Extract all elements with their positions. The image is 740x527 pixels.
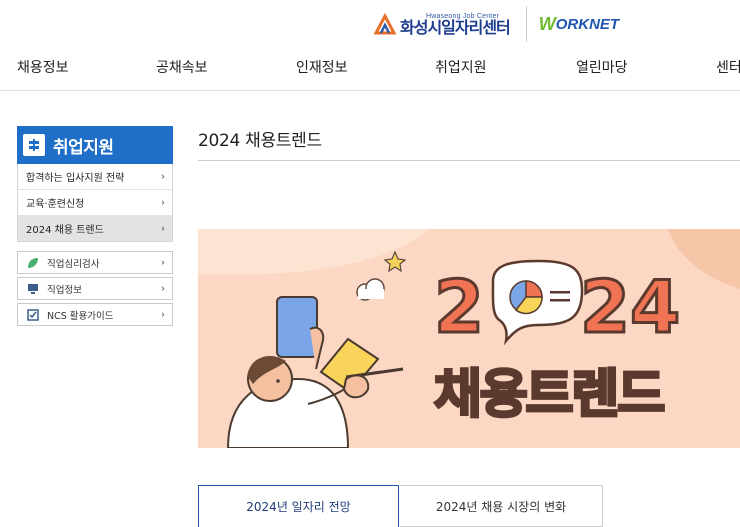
- tab-job-outlook[interactable]: 2024년 일자리 전망: [198, 485, 399, 527]
- sidebar-title: 취업지원: [53, 137, 114, 158]
- sidebar-item-application-strategy[interactable]: 합격하는 입사지원 전략 ›: [18, 164, 172, 189]
- worknet-logo-w: W: [538, 13, 556, 34]
- chevron-right-icon: ›: [161, 171, 165, 182]
- trend-banner: 2 24 채용트렌드: [198, 229, 740, 448]
- sidebar-item-label: 교육·훈련신청: [26, 199, 85, 210]
- main-navigation: 채용정보 공채속보 인재정보 취업지원 열린마당 센터: [0, 57, 740, 77]
- sidebar-header: 취업지원: [17, 126, 173, 164]
- title-divider: [198, 160, 740, 161]
- worknet-logo[interactable]: W ORKNET: [539, 14, 619, 35]
- sidebar-link-ncs-guide[interactable]: NCS 활용가이드 ›: [17, 303, 173, 326]
- sidebar-item-training[interactable]: 교육·훈련신청 ›: [18, 189, 172, 215]
- sidebar-menu: 합격하는 입사지원 전략 › 교육·훈련신청 › 2024 채용 트렌드 ›: [17, 164, 173, 242]
- pie-chart-icon: [509, 280, 543, 315]
- nav-item-talent-info[interactable]: 인재정보: [296, 57, 348, 77]
- sidebar-link-job-info[interactable]: 직업정보 ›: [17, 277, 173, 300]
- monitor-icon: [28, 283, 38, 294]
- sidebar-item-label: 합격하는 입사지원 전략: [26, 173, 125, 184]
- sidebar-item-2024-trend[interactable]: 2024 채용 트렌드 ›: [18, 215, 172, 241]
- nav-item-public-recruit[interactable]: 공채속보: [156, 57, 208, 77]
- signpost-icon: [23, 134, 45, 156]
- banner-year-24: 24: [580, 265, 680, 349]
- nav-item-job-support[interactable]: 취업지원: [435, 57, 487, 77]
- logo-divider: [525, 6, 527, 42]
- cloud-icon: [356, 278, 385, 301]
- hwaseong-logo-icon: [374, 13, 396, 35]
- nav-item-recruit-info[interactable]: 채용정보: [17, 57, 69, 77]
- hwaseong-logo-title: 화성시일자리센터: [400, 17, 511, 37]
- worknet-logo-text: ORKNET: [555, 15, 620, 33]
- checkbox-icon: [27, 308, 39, 321]
- nav-divider: [0, 90, 740, 91]
- banner-year-2: 2: [434, 265, 484, 349]
- chevron-right-icon: ›: [161, 309, 165, 320]
- chevron-right-icon: ›: [161, 223, 165, 234]
- page-title: 2024 채용트렌드: [198, 131, 322, 151]
- hwaseong-logo[interactable]: Hwaseong Job Center 화성시일자리센터: [374, 13, 511, 37]
- sidebar-link-aptitude-test[interactable]: 직업심리검사 ›: [17, 251, 173, 274]
- banner-headline: 채용트렌드: [434, 365, 664, 425]
- chevron-right-icon: ›: [161, 197, 165, 208]
- nav-item-center[interactable]: 센터: [716, 57, 740, 77]
- chevron-right-icon: ›: [161, 283, 165, 294]
- sidebar-link-label: 직업심리검사: [47, 258, 100, 270]
- star-icon: [383, 250, 407, 273]
- leaf-icon: [28, 257, 38, 268]
- nav-item-open-forum[interactable]: 열린마당: [576, 57, 628, 77]
- header-logos: Hwaseong Job Center 화성시일자리센터 W ORKNET: [374, 5, 619, 43]
- sidebar-item-label: 2024 채용 트렌드: [26, 225, 104, 236]
- chevron-right-icon: ›: [161, 257, 165, 268]
- banner-illustration: 2 24 채용트렌드: [198, 229, 740, 448]
- sidebar-link-label: NCS 활용가이드: [47, 310, 114, 322]
- tab-market-changes[interactable]: 2024년 채용 시장의 변화: [400, 485, 603, 527]
- sidebar-link-label: 직업정보: [47, 284, 82, 296]
